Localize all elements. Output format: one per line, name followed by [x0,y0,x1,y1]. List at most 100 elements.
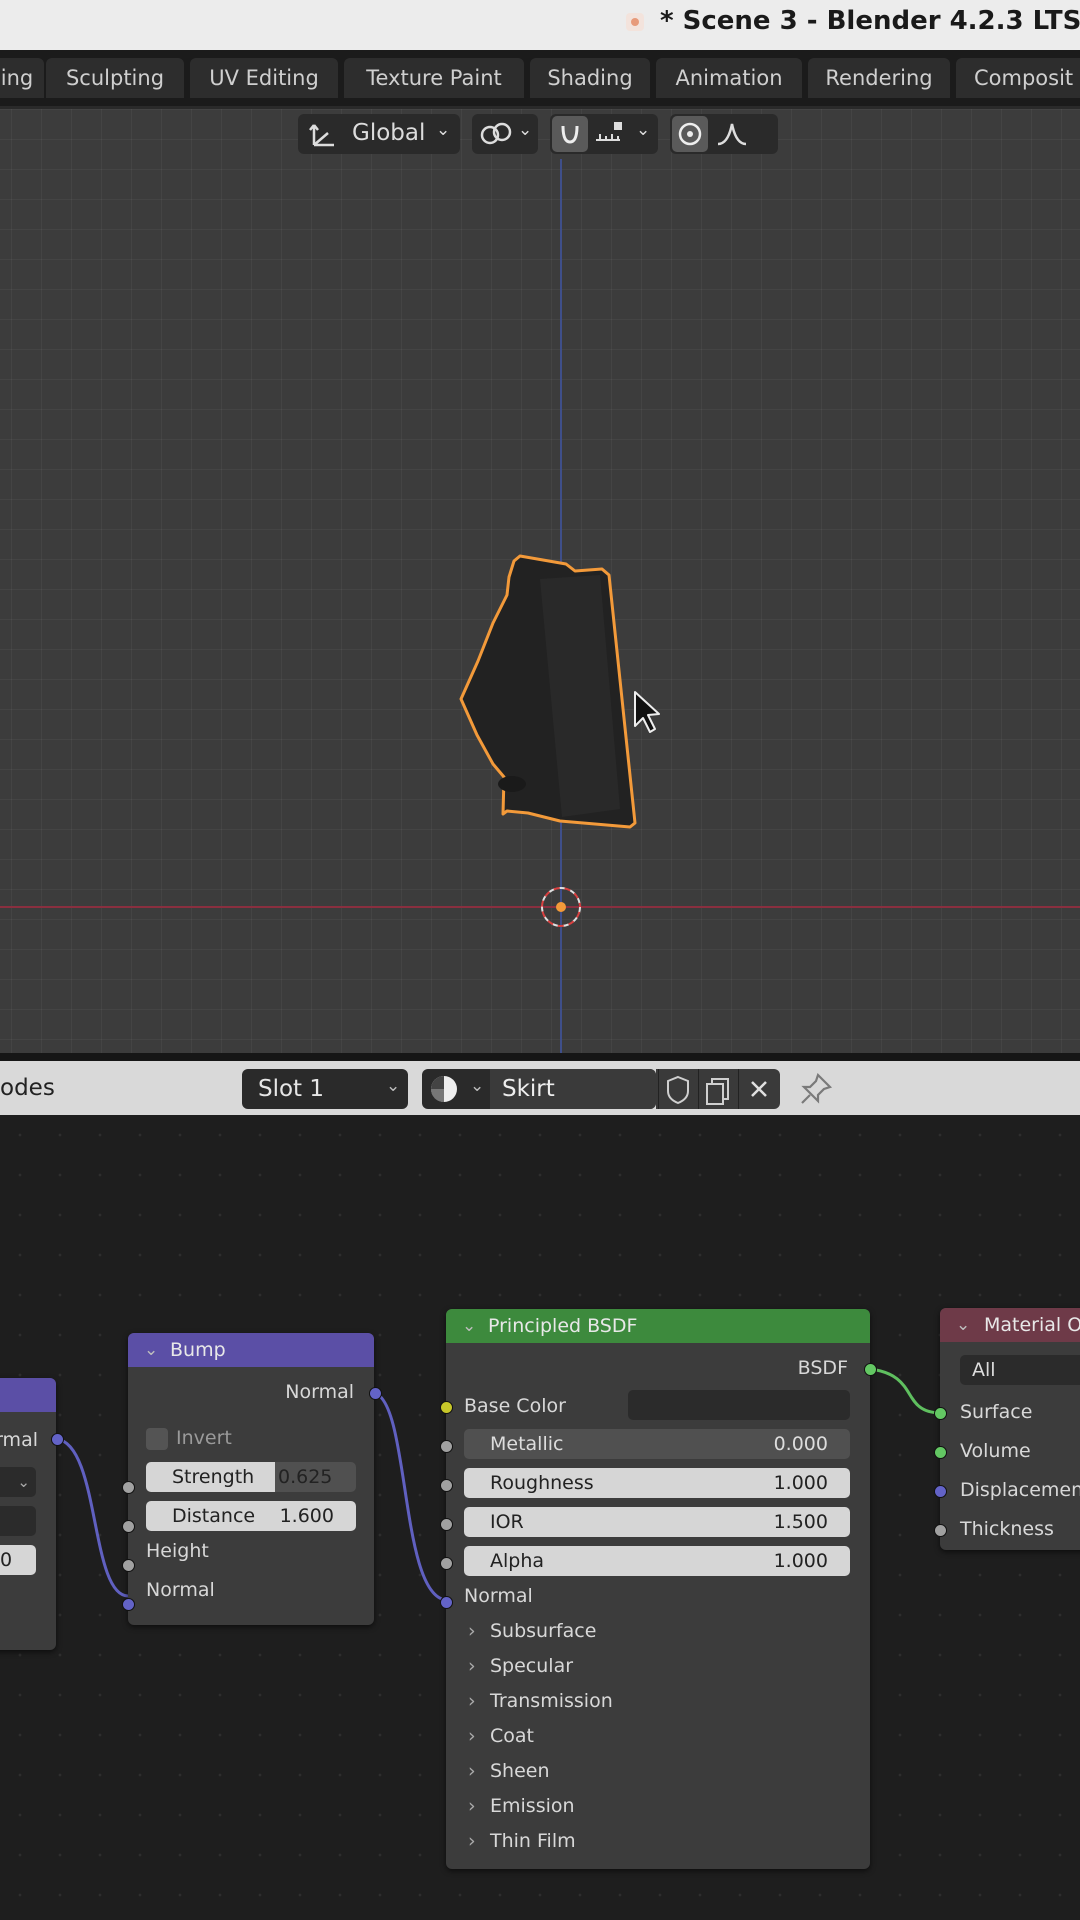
shield-icon [667,1075,689,1105]
volume-socket[interactable] [934,1446,947,1459]
bump-node-header[interactable]: ⌄ Bump [128,1333,374,1367]
metallic-socket[interactable] [440,1440,453,1453]
slot-label: Slot 1 [258,1076,325,1102]
chevron-down-icon: ⌄ [436,120,451,140]
chevron-down-icon: ⌄ [386,1076,401,1096]
3d-viewport[interactable]: Global ⌄ ⌄ ⌄ [0,109,1080,1053]
normal-output-socket[interactable] [51,1433,64,1446]
thickness-input-label: Thickness [960,1518,1054,1540]
volume-input-label: Volume [960,1440,1031,1462]
tab-shading[interactable]: Shading [530,58,650,98]
chevron-down-icon: ⌄ [636,120,651,140]
bump-title: Bump [170,1339,226,1361]
roughness-socket[interactable] [440,1479,453,1492]
material-output-header[interactable]: ⌄ Material Ou [940,1308,1080,1342]
material-browse-field[interactable]: ⌄ Skirt [422,1069,656,1109]
pivot-link-icon [480,122,512,145]
pin-icon[interactable] [796,1069,836,1109]
normal-socket[interactable] [440,1596,453,1609]
unlink-material-button[interactable] [738,1069,779,1109]
node-header[interactable] [0,1378,56,1412]
collapse-chevron-icon[interactable]: ⌄ [462,1309,476,1343]
alpha-field[interactable]: Alpha 1.000 [464,1546,850,1576]
magnet-icon [561,125,579,144]
metallic-field[interactable]: Metallic 0.000 [464,1429,850,1459]
principled-bsdf-node[interactable]: ⌄ Principled BSDF BSDF Base Color Metall… [446,1309,870,1869]
bump-output-normal: Normal [285,1381,354,1403]
editor-menu-label[interactable]: odes [0,1075,55,1101]
strength-field[interactable]: Strength 0.625 [146,1462,356,1492]
proportional-editing-group[interactable] [670,114,778,154]
height-input-label: Height [146,1540,209,1562]
invert-label: Invert [176,1427,232,1449]
normal-input-label: Normal [146,1579,215,1601]
ior-socket[interactable] [440,1518,453,1531]
workspace-tab-bar: ing Sculpting UV Editing Texture Paint S… [0,50,1080,109]
roughness-field[interactable]: Roughness 1.000 [464,1468,850,1498]
material-sphere-icon[interactable] [426,1069,466,1109]
bump-normal-output-socket[interactable] [369,1387,382,1400]
base-color-swatch[interactable] [628,1390,850,1420]
bsdf-output-socket[interactable] [864,1363,877,1376]
height-input-socket[interactable] [122,1559,135,1572]
normal-strength-field[interactable]: 0 [0,1545,36,1575]
proportional-icon [678,122,702,146]
proportional-toggle-button[interactable] [672,116,708,152]
distance-field[interactable]: Distance 1.600 [146,1501,356,1531]
space-dropdown[interactable]: ⌄ [0,1467,36,1497]
chevron-right-icon: › [468,1830,476,1852]
base-color-socket[interactable] [440,1401,453,1414]
duplicate-material-button[interactable] [698,1069,737,1109]
surface-socket[interactable] [934,1407,947,1420]
shader-node-editor[interactable]: rmal ⌄ 0 ⌄ Bump Normal Invert Strength 0… [0,1115,1080,1920]
collapse-chevron-icon[interactable]: ⌄ [956,1308,970,1342]
link-bump-to-principled [374,1391,447,1602]
collapse-chevron-icon[interactable]: ⌄ [144,1333,158,1367]
tab-texture-paint[interactable]: Texture Paint [344,58,524,98]
chevron-right-icon: › [468,1620,476,1642]
bump-node[interactable]: ⌄ Bump Normal Invert Strength 0.625 Dist… [128,1333,374,1625]
transform-orientation-dropdown[interactable]: Global ⌄ [298,114,460,154]
tab-rendering[interactable]: Rendering [808,58,950,98]
pivot-point-dropdown[interactable]: ⌄ [472,114,538,154]
strength-input-socket[interactable] [122,1481,135,1494]
snap-toggle-button[interactable] [552,116,588,152]
material-name-field[interactable]: Skirt [502,1076,555,1102]
mouse-cursor-icon [634,691,660,733]
invert-checkbox[interactable] [146,1428,168,1450]
window-titlebar: * Scene 3 - Blender 4.2.3 LTS [0,0,1080,50]
area-separator[interactable] [0,1053,1080,1061]
distance-input-socket[interactable] [122,1520,135,1533]
slot-dropdown[interactable]: Slot 1 ⌄ [242,1069,408,1109]
tab-compositing[interactable]: Composit [956,58,1080,98]
close-icon [751,1081,767,1097]
principled-node-header[interactable]: ⌄ Principled BSDF [446,1309,870,1343]
orientation-icon [309,124,334,147]
normal-map-node[interactable]: rmal ⌄ 0 [0,1378,56,1650]
displacement-input-label: Displacement [960,1479,1080,1501]
chevron-right-icon: › [468,1655,476,1677]
uv-map-field[interactable] [0,1506,36,1536]
tab-animation[interactable]: Animation [656,58,802,98]
alpha-socket[interactable] [440,1557,453,1570]
ior-field[interactable]: IOR 1.500 [464,1507,850,1537]
tab-uv-editing[interactable]: UV Editing [190,58,338,98]
tab-layout[interactable]: ing [0,58,44,98]
node-editor-header: odes Slot 1 ⌄ ⌄ Skirt [0,1061,1080,1115]
material-output-node[interactable]: ⌄ Material Ou All Surface Volume Displac… [940,1308,1080,1550]
chevron-right-icon: › [468,1690,476,1712]
displacement-socket[interactable] [934,1485,947,1498]
snap-increment-icon [596,122,622,141]
bump-normal-input-socket[interactable] [122,1598,135,1611]
link-normal-to-bump [56,1437,129,1598]
chevron-down-icon: ⌄ [518,120,533,140]
link-bsdf-to-surface [869,1367,941,1415]
chevron-right-icon: › [468,1725,476,1747]
thickness-socket[interactable] [934,1524,947,1537]
target-dropdown[interactable]: All [960,1355,1080,1385]
snapping-group[interactable]: ⌄ [550,114,658,154]
tab-sculpting[interactable]: Sculpting [46,58,184,98]
fake-user-button[interactable] [658,1069,697,1109]
chevron-right-icon: › [468,1760,476,1782]
base-color-label: Base Color [464,1395,566,1417]
